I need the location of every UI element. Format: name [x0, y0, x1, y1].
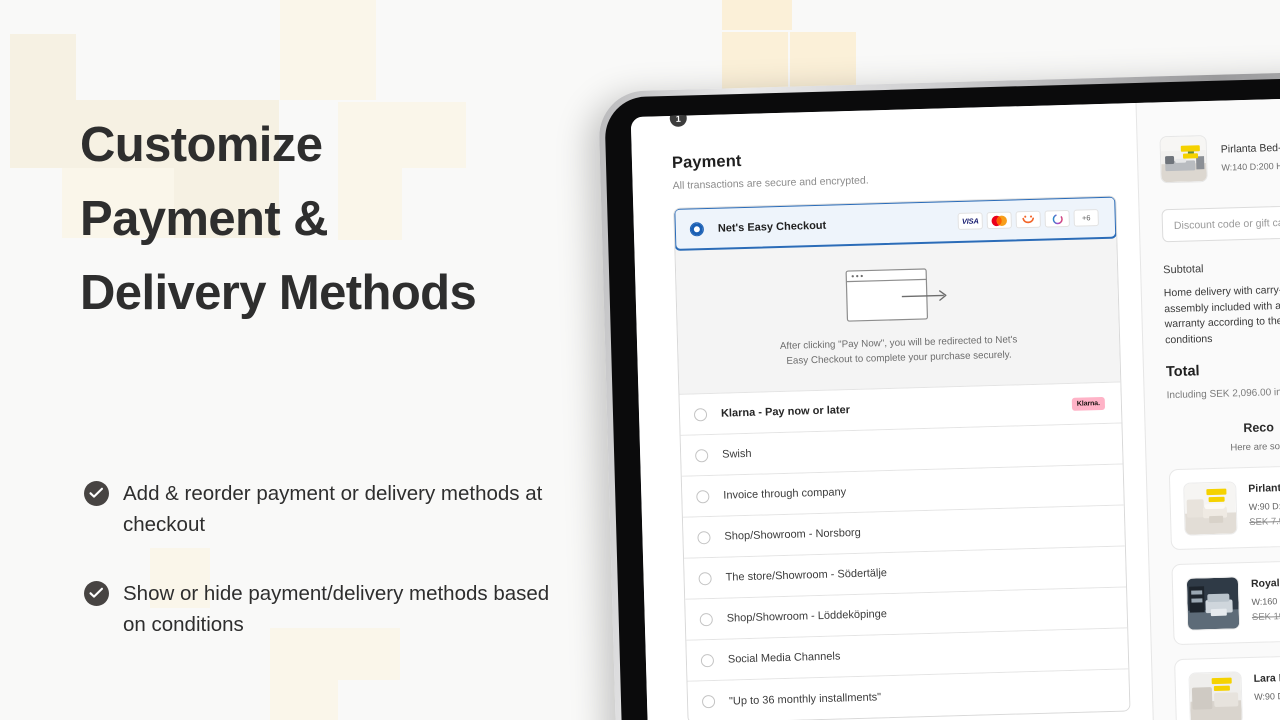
product-name: Pirlanta Bed-He: [1220, 141, 1280, 156]
payment-option-label: Net's Easy Checkout: [717, 219, 827, 235]
recommended-product-card[interactable]: Royal Life Be Storage W:160 D:200 / 1 SE…: [1171, 558, 1280, 646]
product-price: SEK 7.99 tn: [1249, 515, 1280, 528]
subtotal-label: Subtotal: [1163, 263, 1204, 277]
product-price: SEK 19.99 tn: [1251, 610, 1280, 623]
more-brands-badge: +6: [1073, 209, 1099, 227]
price-tag-graphic: [1208, 496, 1225, 503]
list-item: Show or hide payment/delivery methods ba…: [84, 578, 564, 640]
radio-selected-icon[interactable]: [689, 221, 705, 236]
recommendations-title: Reco: [1243, 420, 1275, 436]
radio-icon[interactable]: [697, 530, 711, 544]
bullet-text: Add & reorder payment or delivery method…: [123, 482, 543, 536]
product-dimensions: W:90 D:200 H:3: [1248, 500, 1280, 512]
payment-option-label: The store/Showroom - Södertälje: [725, 567, 888, 584]
browser-window-redirect-arrow-icon: [724, 261, 1070, 329]
price-tag-graphic: [1213, 685, 1230, 692]
cart-line-item: 1 Pirlanta Bed-He W:140 D:200 H:37: [669, 109, 1280, 184]
radio-icon[interactable]: [695, 448, 709, 462]
recommended-product-details: Lara Bed-He W:90 D:200 / L: [1253, 668, 1280, 702]
payment-option-label: Invoice through company: [723, 486, 847, 502]
price-tag-graphic: [1180, 145, 1200, 152]
recommendations-subtitle: Here are som: [1230, 440, 1280, 454]
recommended-product-card[interactable]: Lara Bed-He W:90 D:200 / L: [1174, 653, 1280, 720]
bullet-text: Show or hide payment/delivery methods ba…: [123, 582, 550, 636]
check-circle-icon: [84, 581, 109, 606]
checkout-page: Payment All transactions are secure and …: [630, 97, 1280, 720]
bed-product-image: [1160, 136, 1207, 183]
promo-screenshot: Customize Payment & Delivery Methods Add…: [0, 0, 1280, 720]
visa-icon: VISA: [957, 212, 983, 231]
product-dimensions: W:160 D:200 / 1: [1251, 595, 1280, 607]
product-thumbnail: [1159, 135, 1208, 184]
redirect-notice-text: After clicking "Pay Now", you will be re…: [726, 331, 1072, 371]
radio-icon[interactable]: [699, 612, 713, 626]
recommended-product-details: Pirlanta Bed- Storage W:90 D:200 H:3 SEK…: [1248, 478, 1280, 528]
redirect-notice: After clicking "Pay Now", you will be re…: [675, 237, 1121, 395]
card-brand-list: VISA +6: [957, 209, 1099, 231]
product-dimensions: W:140 D:200 H:37: [1221, 160, 1280, 173]
payment-option-label: Swish: [722, 447, 752, 461]
discount-code-field[interactable]: [1161, 204, 1280, 243]
headline-line-1: Customize: [80, 118, 323, 172]
product-name: Lara Bed-He: [1253, 671, 1280, 685]
headline-line-2: Payment &: [80, 192, 328, 246]
recommended-product-card[interactable]: Pirlanta Bed- Storage W:90 D:200 H:3 SEK…: [1168, 463, 1280, 551]
product-name: Pirlanta Bed- Storage: [1248, 480, 1280, 495]
product-thumbnail: [1185, 576, 1241, 631]
payment-option-label: Shop/Showroom - Löddeköpinge: [726, 608, 888, 625]
page-title: Customize Payment & Delivery Methods: [80, 108, 600, 330]
tablet-screen: Payment All transactions are secure and …: [630, 97, 1280, 720]
recommendations-header: Reco Here are som: [1167, 418, 1280, 455]
mastercard-icon: [986, 211, 1012, 230]
payment-option-label: Klarna - Pay now or later: [720, 404, 851, 420]
payment-method-list: Net's Easy Checkout VISA +6 After clicki…: [673, 195, 1131, 720]
radio-icon[interactable]: [701, 694, 716, 709]
headline-line-3: Delivery Methods: [80, 266, 477, 320]
payment-subheading: All transactions are secure and encrypte…: [672, 174, 869, 192]
order-summary-sidebar: 1 Pirlanta Bed-He W:140 D:200 H:37 Subto…: [669, 97, 1280, 720]
price-tag-graphic: [1211, 677, 1232, 685]
shipping-note: Home delivery with carry-in assembly inc…: [1163, 283, 1280, 346]
hero-copy: Customize Payment & Delivery Methods: [80, 108, 600, 330]
radio-icon[interactable]: [696, 489, 710, 503]
price-tag-graphic: [1182, 153, 1199, 159]
feature-bullet-list: Add & reorder payment or delivery method…: [84, 478, 564, 678]
radio-icon[interactable]: [693, 407, 708, 421]
payment-option-label: Social Media Channels: [727, 650, 841, 666]
payment-option-label: Shop/Showroom - Norsborg: [724, 526, 861, 543]
product-name: Royal Life Be Storage: [1250, 575, 1280, 590]
product-thumbnail: [1188, 671, 1243, 720]
radio-icon[interactable]: [700, 653, 715, 667]
check-circle-icon: [84, 481, 109, 506]
list-item: Add & reorder payment or delivery method…: [84, 478, 564, 540]
tablet-device-mockup: Payment All transactions are secure and …: [598, 70, 1280, 720]
payment-option-label: "Up to 36 monthly installments": [728, 690, 882, 708]
circle-gradient-card-icon: [1044, 209, 1070, 228]
product-thumbnail: [1183, 481, 1238, 536]
cart-item-details: Pirlanta Bed-He W:140 D:200 H:37: [1220, 133, 1280, 173]
radio-icon[interactable]: [698, 571, 712, 585]
payment-section: Payment All transactions are secure and …: [630, 102, 1155, 720]
klarna-badge: Klarna.: [1071, 396, 1106, 411]
smile-card-icon: [1015, 210, 1041, 229]
total-label: Total: [1165, 363, 1200, 381]
payment-heading: Payment: [671, 152, 742, 172]
product-dimensions: W:90 D:200 / L: [1253, 690, 1280, 702]
discount-input[interactable]: [1173, 215, 1280, 232]
recommended-product-details: Royal Life Be Storage W:160 D:200 / 1 SE…: [1251, 573, 1280, 623]
price-tag-graphic: [1206, 488, 1227, 496]
tax-note: Including SEK 2,096.00 in ta: [1166, 387, 1280, 402]
